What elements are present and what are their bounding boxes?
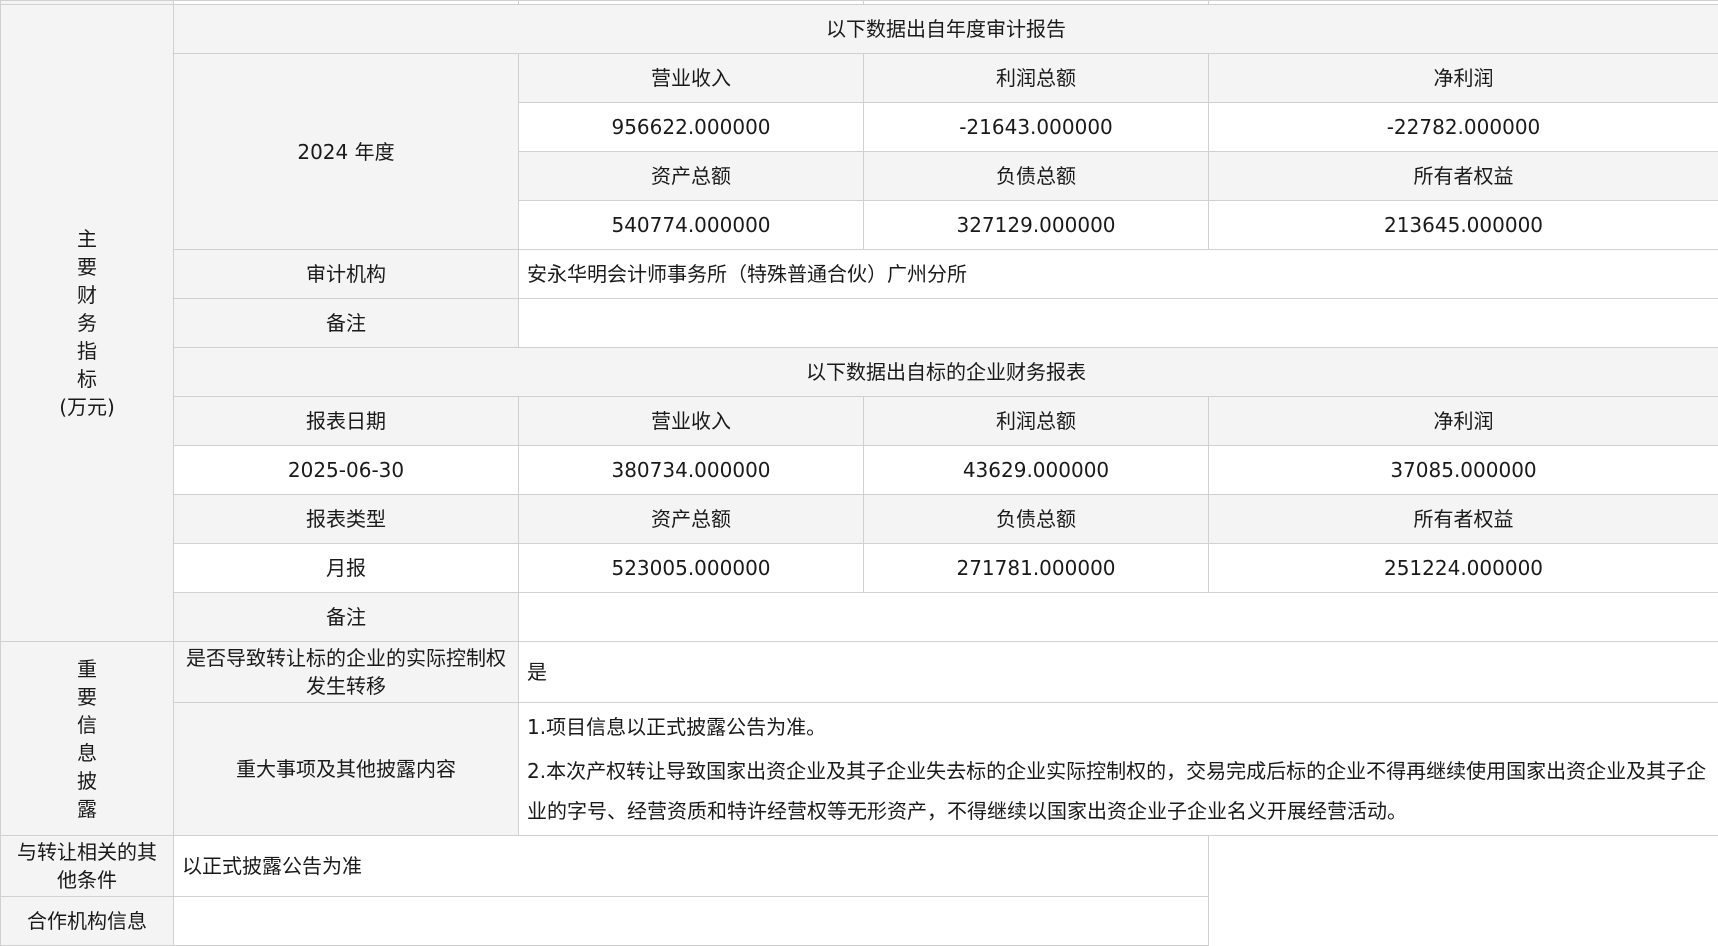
other-conditions-value: 以正式披露公告为准: [174, 836, 1209, 897]
report-section-header: 以下数据出自标的企业财务报表: [174, 348, 1718, 397]
disclosure-sheet: 主 要 财 务 指 标 (万元) 以下数据出自年度审计报告 2024 年度 营业…: [0, 0, 1718, 940]
remark-value: [519, 299, 1718, 348]
value-cell: -21643.000000: [864, 103, 1209, 152]
value-cell: -22782.000000: [1209, 103, 1718, 152]
major-item-line: 1.项目信息以正式披露公告为准。: [527, 703, 1710, 751]
audit-year: 2024 年度: [174, 54, 519, 250]
column-header: 营业收入: [519, 54, 864, 103]
column-header: 资产总额: [519, 495, 864, 544]
section-label-char: 务: [9, 309, 165, 337]
partner-org-value: [174, 897, 1209, 946]
column-header: 负债总额: [864, 495, 1209, 544]
report-type-label: 报表类型: [174, 495, 519, 544]
empty-cell: [1209, 836, 1718, 946]
column-header: 所有者权益: [1209, 495, 1718, 544]
column-header: 净利润: [1209, 54, 1718, 103]
financial-disclosure-table: 主 要 财 务 指 标 (万元) 以下数据出自年度审计报告 2024 年度 营业…: [0, 0, 1718, 946]
value-cell: 251224.000000: [1209, 544, 1718, 593]
section-label-char: 信: [9, 711, 165, 739]
column-header: 所有者权益: [1209, 152, 1718, 201]
section-label-char: 露: [9, 795, 165, 823]
disclosure-section-label: 重 要 信 息 披 露: [1, 642, 174, 836]
column-header: 负债总额: [864, 152, 1209, 201]
section-label-char: 重: [9, 655, 165, 683]
financials-section-label: 主 要 财 务 指 标 (万元): [1, 5, 174, 642]
value-cell: 213645.000000: [1209, 201, 1718, 250]
column-header: 营业收入: [519, 397, 864, 446]
section-label-char: 要: [9, 683, 165, 711]
value-cell: 523005.000000: [519, 544, 864, 593]
value-cell: 956622.000000: [519, 103, 864, 152]
remark-label: 备注: [174, 299, 519, 348]
column-header: 净利润: [1209, 397, 1718, 446]
section-label-char: 息: [9, 739, 165, 767]
section-label-char: 主: [9, 225, 165, 253]
major-items-content: 1.项目信息以正式披露公告为准。 2.本次产权转让导致国家出资企业及其子企业失去…: [519, 703, 1718, 836]
audit-org-label: 审计机构: [174, 250, 519, 299]
value-cell: 540774.000000: [519, 201, 864, 250]
section-label-char: 财: [9, 281, 165, 309]
partner-org-label: 合作机构信息: [1, 897, 174, 946]
section-label-char: 标: [9, 365, 165, 393]
major-item-line: 2.本次产权转让导致国家出资企业及其子企业失去标的企业实际控制权的，交易完成后标…: [527, 751, 1710, 835]
value-cell: 271781.000000: [864, 544, 1209, 593]
value-cell: 37085.000000: [1209, 446, 1718, 495]
report-date-value: 2025-06-30: [174, 446, 519, 495]
other-conditions-label: 与转让相关的其他条件: [1, 836, 174, 897]
report-remark-value: [519, 593, 1718, 642]
report-remark-label: 备注: [174, 593, 519, 642]
report-type-value: 月报: [174, 544, 519, 593]
section-label-unit: (万元): [9, 393, 165, 421]
section-label-char: 要: [9, 253, 165, 281]
section-label-char: 披: [9, 767, 165, 795]
audit-section-header: 以下数据出自年度审计报告: [174, 5, 1718, 54]
control-change-label: 是否导致转让标的企业的实际控制权发生转移: [174, 642, 519, 703]
column-header: 利润总额: [864, 54, 1209, 103]
section-label-char: 指: [9, 337, 165, 365]
column-header: 资产总额: [519, 152, 864, 201]
major-items-label: 重大事项及其他披露内容: [174, 703, 519, 836]
value-cell: 43629.000000: [864, 446, 1209, 495]
control-change-value: 是: [519, 642, 1718, 703]
column-header: 利润总额: [864, 397, 1209, 446]
value-cell: 327129.000000: [864, 201, 1209, 250]
audit-org-value: 安永华明会计师事务所（特殊普通合伙）广州分所: [519, 250, 1718, 299]
report-date-label: 报表日期: [174, 397, 519, 446]
value-cell: 380734.000000: [519, 446, 864, 495]
